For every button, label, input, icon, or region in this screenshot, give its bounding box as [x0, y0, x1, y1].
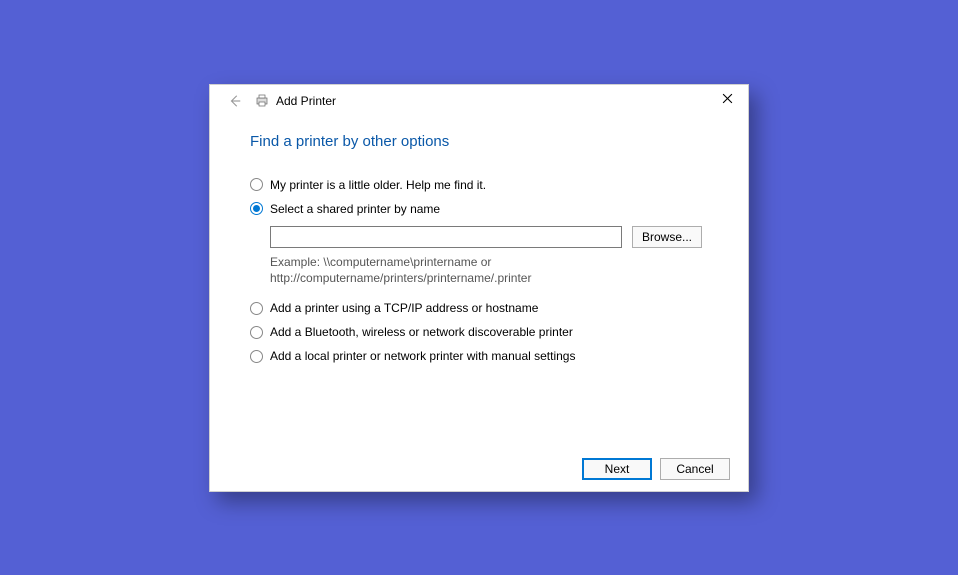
- close-button[interactable]: [710, 87, 744, 111]
- option-local-manual[interactable]: Add a local printer or network printer w…: [250, 349, 708, 363]
- cancel-button[interactable]: Cancel: [660, 458, 730, 480]
- titlebar: Add Printer: [210, 85, 748, 117]
- add-printer-dialog: Add Printer Find a printer by other opti…: [209, 84, 749, 492]
- example-text: Example: \\computername\printername or h…: [270, 254, 570, 288]
- option-older-printer[interactable]: My printer is a little older. Help me fi…: [250, 178, 708, 192]
- shared-path-row: Browse...: [270, 226, 708, 248]
- shared-path-input[interactable]: [270, 226, 622, 248]
- printer-icon: [254, 93, 270, 109]
- option-tcpip[interactable]: Add a printer using a TCP/IP address or …: [250, 301, 708, 315]
- radio-icon: [250, 202, 263, 215]
- shared-printer-subblock: Browse... Example: \\computername\printe…: [270, 226, 708, 288]
- option-label: My printer is a little older. Help me fi…: [270, 178, 486, 192]
- option-label: Add a printer using a TCP/IP address or …: [270, 301, 538, 315]
- radio-icon: [250, 302, 263, 315]
- page-heading: Find a printer by other options: [250, 133, 708, 150]
- browse-button[interactable]: Browse...: [632, 226, 702, 248]
- option-label: Add a Bluetooth, wireless or network dis…: [270, 325, 573, 339]
- option-label: Add a local printer or network printer w…: [270, 349, 575, 363]
- option-bluetooth-wireless[interactable]: Add a Bluetooth, wireless or network dis…: [250, 325, 708, 339]
- back-arrow-icon[interactable]: [224, 90, 246, 112]
- dialog-title: Add Printer: [276, 94, 336, 108]
- radio-icon: [250, 178, 263, 191]
- next-button[interactable]: Next: [582, 458, 652, 480]
- option-label: Select a shared printer by name: [270, 202, 440, 216]
- dialog-footer: Next Cancel: [210, 447, 748, 491]
- option-shared-by-name[interactable]: Select a shared printer by name: [250, 202, 708, 216]
- radio-icon: [250, 326, 263, 339]
- radio-icon: [250, 350, 263, 363]
- dialog-content: Find a printer by other options My print…: [210, 117, 748, 447]
